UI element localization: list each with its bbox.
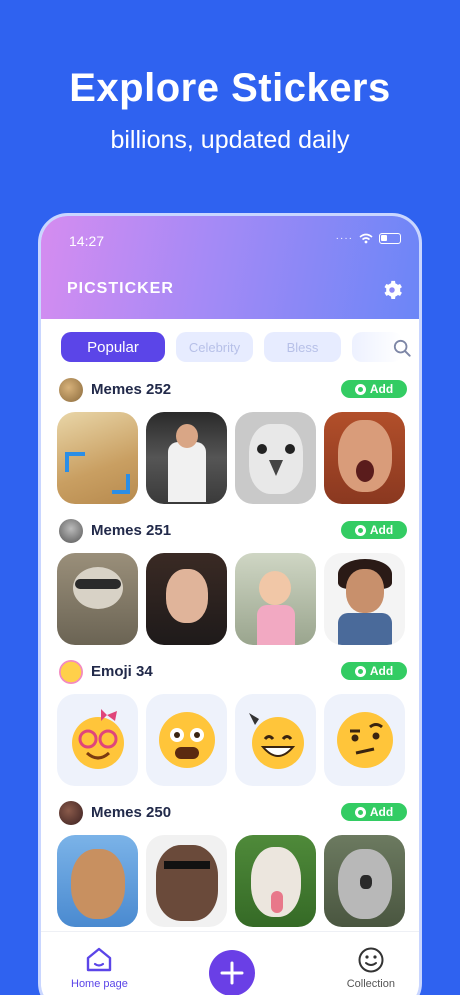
sticker-tile[interactable] [235,694,316,786]
plus-icon [220,961,244,985]
battery-icon [379,233,401,244]
whatsapp-icon [354,665,366,677]
sticker-tile[interactable] [57,412,138,504]
add-button[interactable]: Add [341,803,407,821]
raised-eyebrow-emoji-icon [336,712,393,768]
sticker-figure [166,569,208,623]
search-icon[interactable] [393,339,411,357]
sticker-figure [356,460,374,482]
sticker-figure [71,849,125,919]
tab-popular[interactable]: Popular [61,332,165,362]
sticker-figure [168,442,206,502]
sticker-tile[interactable] [235,412,316,504]
signal-icon: ···· [335,233,353,244]
sticker-tile[interactable] [146,553,227,645]
nav-collection-label: Collection [346,978,395,990]
pack-title: Memes 250 [91,804,172,821]
sticker-tile[interactable] [146,412,227,504]
sticker-tile[interactable] [57,694,138,786]
phone-frame: 14:27 ···· PICSTICKER Popular Celebrity … [38,213,422,995]
sticker-tile[interactable] [324,835,405,927]
create-button[interactable] [209,950,255,995]
pack-title: Emoji 34 [91,663,153,680]
sticker-tile[interactable] [146,694,227,786]
promo-subtitle: billions, updated daily [110,126,350,154]
smiley-icon [358,947,384,973]
fearful-emoji-icon [158,712,215,768]
sticker-figure [257,605,295,645]
sticker-tile[interactable] [235,553,316,645]
sticker-figure [259,571,291,605]
nav-home-label: Home page [71,978,128,990]
status-icons: ···· [336,233,401,244]
sticker-pack: Memes 252 Add [57,378,407,504]
sticker-decoration [65,452,85,472]
home-icon [87,947,112,972]
pack-title: Memes 252 [91,381,172,398]
add-label: Add [369,382,394,396]
sticker-decoration [112,474,130,494]
sticker-pack: Memes 251 Add [57,519,407,645]
add-label: Add [369,805,394,819]
sticker-figure [360,875,372,889]
sticker-pack: Emoji 34 Add [57,660,407,786]
sticker-figure [257,444,267,454]
whatsapp-icon [354,383,366,395]
sticker-figure [346,569,384,613]
sticker-tile[interactable] [57,835,138,927]
sticker-pack: Memes 250 Add [57,801,407,927]
sticker-tile[interactable] [324,694,405,786]
sticker-figure [285,444,295,454]
pack-avatar [59,801,83,825]
gear-icon[interactable] [381,279,403,301]
tab-celebrity[interactable]: Celebrity [176,332,253,362]
whatsapp-icon [354,806,366,818]
sticker-figure [75,579,121,589]
add-button[interactable]: Add [341,521,407,539]
sticker-tile[interactable] [324,553,405,645]
sticker-figure [176,424,198,448]
category-tabs: Popular Celebrity Bless [61,332,419,364]
pack-avatar [59,378,83,402]
sticker-figure [269,460,283,476]
status-time: 14:27 [69,233,105,249]
pack-avatar [59,660,83,684]
pack-title: Memes 251 [91,522,172,539]
nav-collection[interactable]: Collection [347,946,395,990]
sticker-figure [164,861,210,869]
sticker-figure [249,424,303,494]
app-name: PICSTICKER [67,280,174,297]
sticker-tile[interactable] [146,835,227,927]
sticker-figure [156,845,218,921]
add-label: Add [369,664,394,678]
pack-avatar [59,519,83,543]
nav-home[interactable]: Home page [71,946,128,990]
grinning-emoji-icon [248,713,304,769]
add-button[interactable]: Add [341,662,407,680]
sticker-tile[interactable] [324,412,405,504]
add-label: Add [369,523,394,537]
sticker-figure [271,891,283,913]
sticker-tile[interactable] [235,835,316,927]
whatsapp-icon [354,524,366,536]
sticker-tile[interactable] [57,553,138,645]
bottom-nav: Home page Collection [41,931,419,995]
promo-title: Explore Stickers [69,66,391,110]
tab-bless[interactable]: Bless [264,332,341,362]
nerd-bow-emoji-icon [71,709,124,769]
app-header: 14:27 ···· PICSTICKER [41,216,419,319]
add-button[interactable]: Add [341,380,407,398]
wifi-icon [359,233,373,244]
sticker-figure [338,613,392,645]
